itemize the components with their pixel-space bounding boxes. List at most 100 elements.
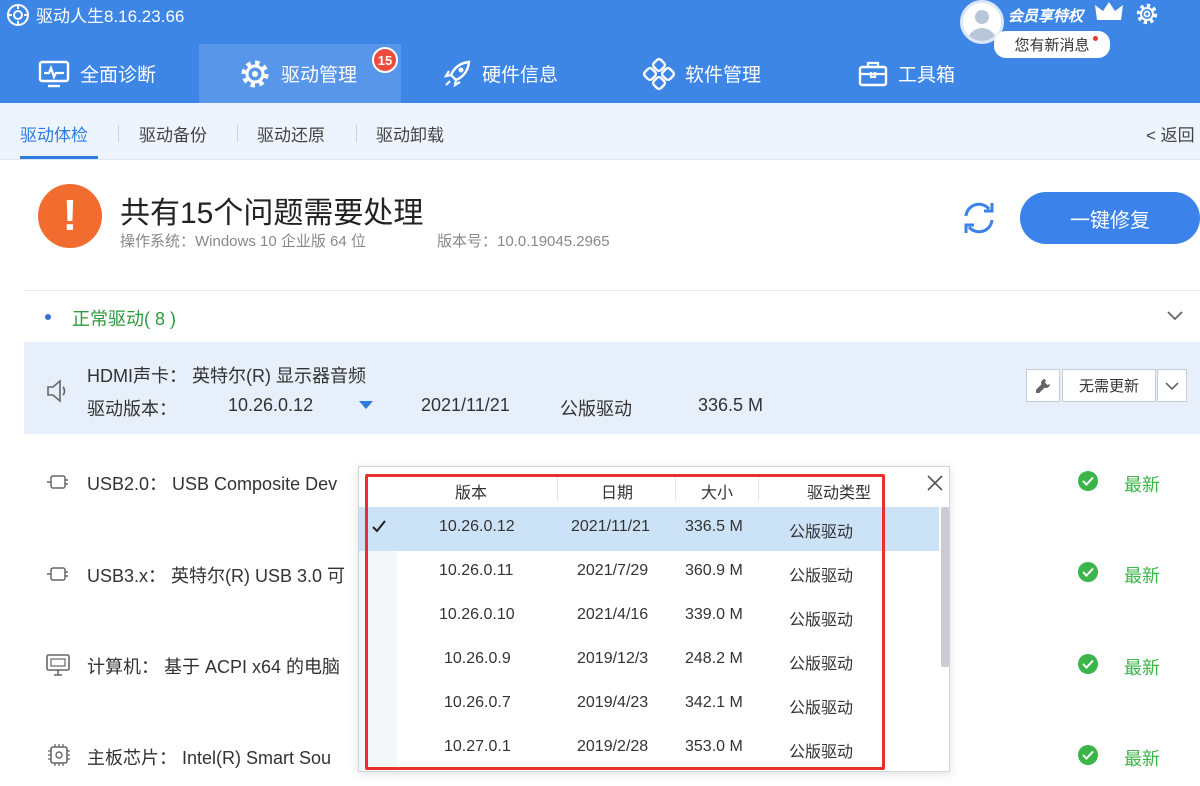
row-type: 公版驱动 <box>789 700 854 717</box>
driver-version-popup: 版本 日期 大小 驱动类型 10.26.0.12 2021/11/21 336.… <box>358 466 950 772</box>
device-name: USB3.x： 英特尔(R) USB 3.0 可 <box>87 566 346 586</box>
version-row[interactable]: 10.26.0.11 2021/7/29 360.9 M 公版驱动 <box>359 551 939 595</box>
version-row[interactable]: 10.26.0.10 2021/4/16 339.0 M 公版驱动 <box>359 595 939 639</box>
popup-scrollbar[interactable] <box>941 507 949 667</box>
divider <box>675 477 676 501</box>
driver-version-label: 驱动版本： <box>87 399 177 419</box>
version-info: 版本号：10.0.19045.2965 <box>437 233 610 250</box>
version-row[interactable]: 10.26.0.9 2019/12/3 248.2 M 公版驱动 <box>359 639 939 683</box>
tab-label: 硬件信息 <box>482 65 559 86</box>
column-header-size: 大小 <box>701 485 734 502</box>
tab-software-management[interactable]: 软件管理 <box>643 44 761 103</box>
os-info: 操作系统：Windows 10 企业版 64 位 <box>120 233 366 250</box>
row-size: 336.5 M <box>685 518 743 535</box>
active-subtab-indicator <box>20 156 98 159</box>
driver-size: 336.5 M <box>698 395 764 415</box>
rocket-icon <box>443 60 471 87</box>
wrench-icon <box>1036 378 1050 393</box>
divider <box>557 477 558 501</box>
subtab-driver-uninstall[interactable]: 驱动卸载 <box>376 121 444 146</box>
speaker-icon <box>47 379 66 403</box>
unread-dot <box>1093 36 1098 41</box>
no-update-button[interactable]: 无需更新 <box>1062 369 1156 402</box>
chipset-icon <box>48 744 70 766</box>
row-size: 360.9 M <box>685 562 743 579</box>
issue-count-badge: 15 <box>372 47 398 73</box>
tab-label: 软件管理 <box>685 65 762 86</box>
column-header-driver-type: 驱动类型 <box>807 485 872 502</box>
page-title: 共有15个问题需要处理 <box>120 197 424 230</box>
subtab-driver-backup[interactable]: 驱动备份 <box>139 121 207 146</box>
back-link[interactable]: < 返回 <box>1146 121 1195 146</box>
row-version: 10.26.0.11 <box>439 562 514 579</box>
subtab-driver-restore[interactable]: 驱动还原 <box>257 121 325 146</box>
new-message-text: 您有新消息 <box>1014 37 1090 54</box>
row-type: 公版驱动 <box>789 656 854 673</box>
dropdown-arrow-icon[interactable] <box>358 400 374 410</box>
member-privilege-label[interactable]: 会员享特权 <box>1008 5 1083 26</box>
row-type: 公版驱动 <box>789 524 854 541</box>
new-message-button[interactable]: 您有新消息 <box>994 31 1110 58</box>
tab-label: 驱动管理 <box>281 65 358 86</box>
device-name: USB2.0： USB Composite Dev <box>87 474 338 494</box>
row-date: 2019/2/28 <box>577 738 649 755</box>
row-version: 10.26.0.9 <box>444 650 511 667</box>
status-latest: 最新 <box>1124 749 1160 769</box>
usb-icon <box>47 567 68 581</box>
tab-label: 全面诊断 <box>80 65 157 86</box>
row-size: 342.1 M <box>685 694 743 711</box>
driver-version-value[interactable]: 10.26.0.12 <box>228 395 313 416</box>
row-size: 339.0 M <box>685 606 743 623</box>
crown-icon <box>1095 2 1123 20</box>
member-area[interactable]: 会员享特权 您有新消息 <box>960 0 1140 60</box>
status-latest: 最新 <box>1124 658 1160 678</box>
app-logo-icon <box>7 3 29 26</box>
version-row[interactable]: 10.27.0.1 2019/2/28 353.0 M 公版驱动 <box>359 727 939 771</box>
chevron-down-icon <box>1165 381 1179 390</box>
more-options-button[interactable] <box>1157 369 1187 402</box>
chevron-down-icon[interactable] <box>1166 308 1184 322</box>
device-name: 计算机： 基于 ACPI x64 的电脑 <box>87 657 341 677</box>
normal-drivers-section-title[interactable]: 正常驱动( 8 ) <box>72 305 176 331</box>
title-bar: 驱动人生8.16.23.66 全面诊断 驱动管理 15 硬件信息 软件管理 工具… <box>0 0 1200 103</box>
one-click-fix-button[interactable]: 一键修复 <box>1020 192 1200 244</box>
divider <box>118 125 119 142</box>
row-date: 2021/11/21 <box>571 518 650 535</box>
row-version: 10.26.0.10 <box>439 606 515 623</box>
tab-hardware-info[interactable]: 硬件信息 <box>442 44 558 103</box>
version-row[interactable]: 10.26.0.12 2021/11/21 336.5 M 公版驱动 <box>359 507 939 551</box>
check-icon <box>372 520 386 533</box>
check-circle-icon <box>1078 562 1098 582</box>
bullet <box>45 314 51 320</box>
refresh-icon[interactable] <box>958 198 1000 238</box>
divider <box>356 125 357 142</box>
driver-date: 2021/11/21 <box>421 395 510 415</box>
check-circle-icon <box>1078 745 1098 765</box>
sub-tab-bar: 驱动体检 驱动备份 驱动还原 驱动卸载 < 返回 <box>0 103 1200 160</box>
settings-icon[interactable] <box>1135 2 1159 26</box>
divider <box>237 125 238 142</box>
app-title: 驱动人生8.16.23.66 <box>6 2 184 27</box>
toolbox-icon <box>858 61 888 86</box>
tab-full-diagnosis[interactable]: 全面诊断 <box>38 44 156 103</box>
computer-icon <box>46 654 70 676</box>
row-type: 公版驱动 <box>789 568 854 585</box>
status-latest: 最新 <box>1124 566 1160 586</box>
version-row[interactable]: 10.26.0.7 2019/4/23 342.1 M 公版驱动 <box>359 683 939 727</box>
tab-toolbox[interactable]: 工具箱 <box>858 44 955 103</box>
close-icon[interactable] <box>925 473 945 493</box>
tab-driver-management[interactable]: 驱动管理 15 <box>199 44 401 103</box>
row-date: 2019/4/23 <box>577 694 649 711</box>
wrench-button[interactable] <box>1026 369 1060 402</box>
usb-icon <box>47 475 68 489</box>
driver-type: 公版驱动 <box>560 399 632 419</box>
divider <box>24 290 1200 291</box>
row-date: 2021/4/16 <box>577 606 649 623</box>
row-version: 10.26.0.12 <box>439 518 515 535</box>
subtab-driver-check[interactable]: 驱动体检 <box>20 121 88 146</box>
warning-icon: ! <box>38 184 102 248</box>
check-circle-icon <box>1078 471 1098 491</box>
device-name: 主板芯片： Intel(R) Smart Sou <box>87 748 332 768</box>
gear-icon <box>241 60 269 87</box>
apps-icon <box>643 57 675 90</box>
